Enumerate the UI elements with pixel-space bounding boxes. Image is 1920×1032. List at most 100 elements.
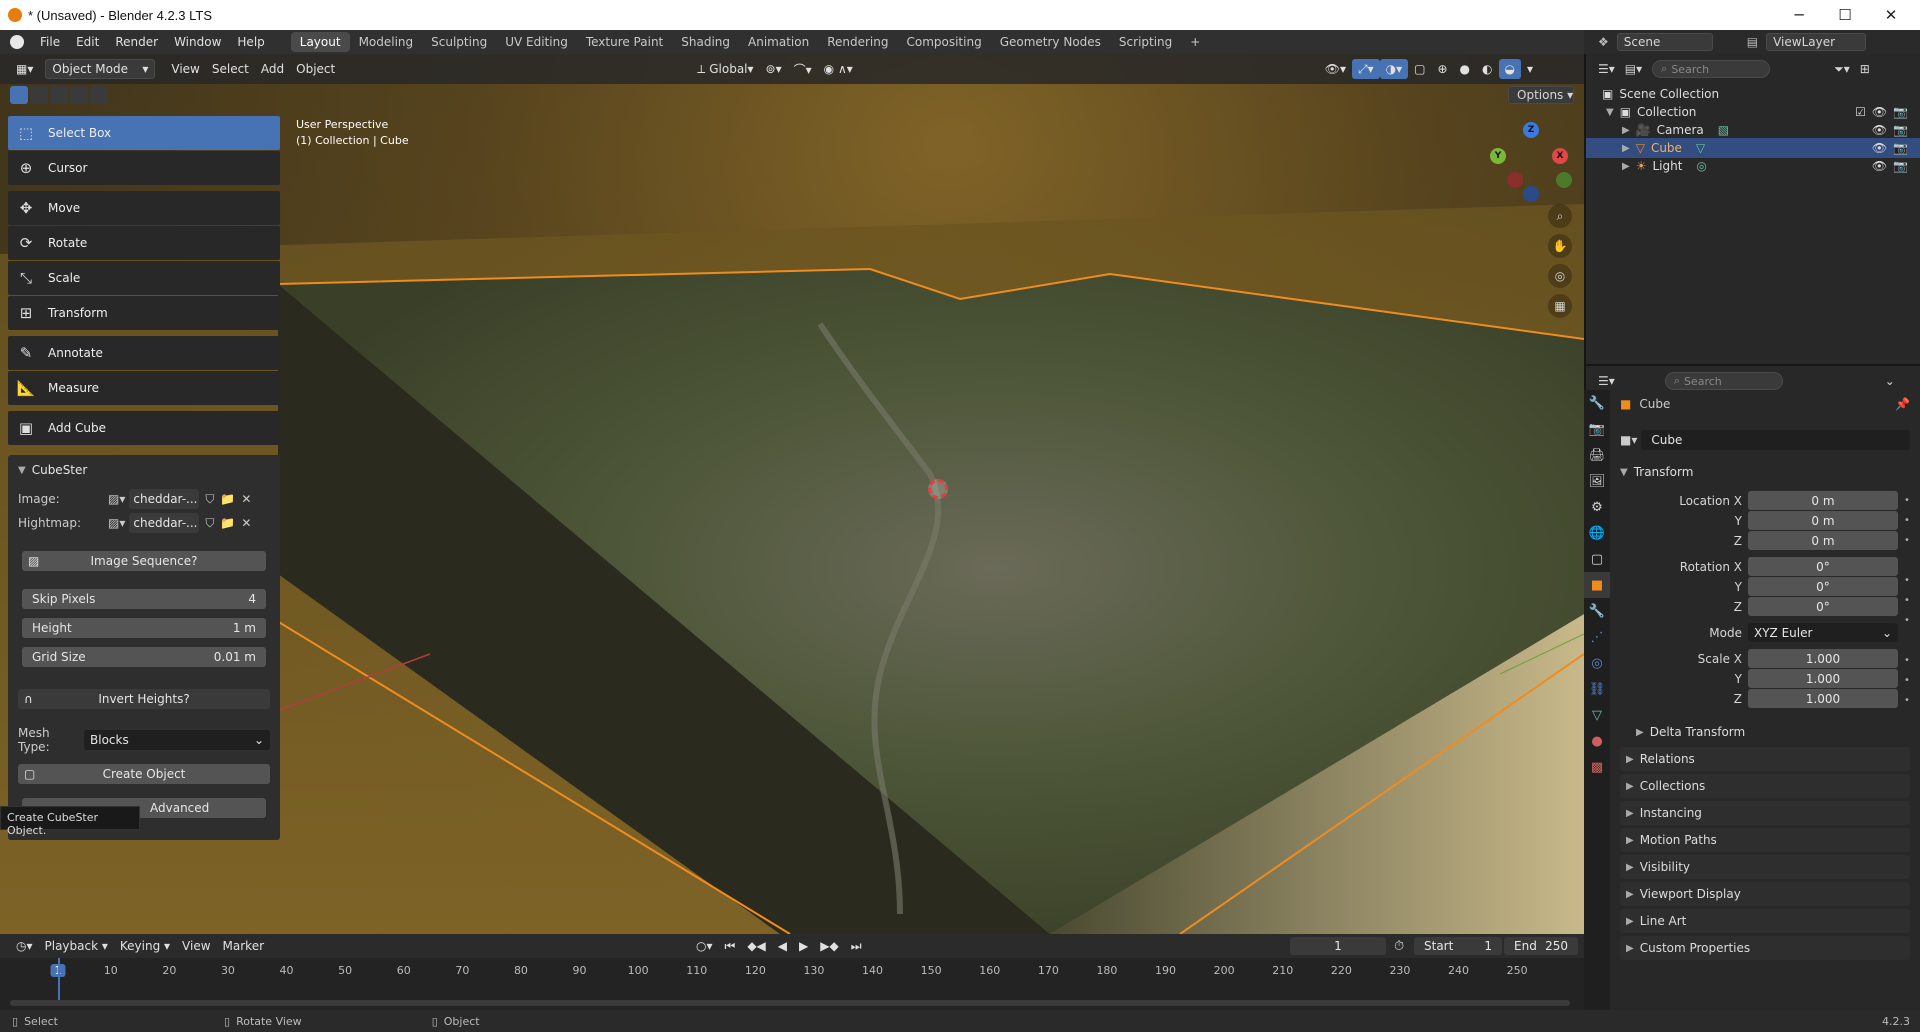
filter-icon[interactable]: ⏷▾ bbox=[1834, 62, 1850, 77]
visibility-toggles[interactable]: 👁📷 bbox=[1872, 141, 1914, 155]
collection-tab-icon[interactable]: ▢ bbox=[1584, 546, 1610, 572]
tab-layout[interactable]: Layout bbox=[290, 32, 350, 52]
shield-icon[interactable]: ⛉ bbox=[205, 492, 214, 507]
next-keyframe-icon[interactable]: ▶◆ bbox=[814, 936, 844, 956]
tab-scripting[interactable]: Scripting bbox=[1110, 32, 1181, 52]
visibility-section[interactable]: ▶ Visibility bbox=[1620, 855, 1910, 879]
particles-tab-icon[interactable]: ⋰ bbox=[1584, 624, 1610, 650]
invert-heights-button[interactable]: ∩ Invert Heights? bbox=[18, 689, 270, 709]
mode-selector[interactable]: Object Mode ▾ bbox=[45, 59, 156, 79]
outliner-item-cube[interactable]: ▶ ▽ Cube ▽ 👁📷 bbox=[1586, 138, 1920, 158]
mesh-data-icon[interactable]: ▽ bbox=[1696, 141, 1705, 155]
options-dropdown[interactable]: Options ▾ bbox=[1508, 86, 1574, 104]
gizmo-y-icon[interactable]: Y bbox=[1490, 148, 1506, 164]
scene-tab-icon[interactable]: ⚙ bbox=[1584, 494, 1610, 520]
camera-view-icon[interactable]: ◎ bbox=[1548, 264, 1572, 288]
outliner-editor-icon[interactable]: ☰▾ bbox=[1598, 62, 1615, 76]
instancing-section[interactable]: ▶ Instancing bbox=[1620, 801, 1910, 825]
scale-x-field[interactable]: 1.000 bbox=[1748, 649, 1898, 668]
image-type-icon[interactable]: ▨▾ bbox=[108, 492, 125, 506]
chevron-right-icon[interactable]: ▶ bbox=[1622, 161, 1630, 172]
tab-compositing[interactable]: Compositing bbox=[897, 32, 990, 52]
jump-start-icon[interactable]: ⏮ bbox=[719, 936, 742, 956]
tab-animation[interactable]: Animation bbox=[739, 32, 818, 52]
gizmo-neg-z-icon[interactable] bbox=[1523, 186, 1539, 202]
menu-select[interactable]: Select bbox=[206, 59, 255, 79]
rotation-y-field[interactable]: 0° bbox=[1748, 577, 1898, 596]
jump-end-icon[interactable]: ⏭ bbox=[845, 936, 868, 956]
play-reverse-icon[interactable]: ◀ bbox=[772, 936, 793, 956]
visibility-toggles[interactable]: ☑👁📷 bbox=[1855, 105, 1914, 119]
hightmap-type-icon[interactable]: ▨▾ bbox=[108, 516, 125, 530]
render-tab-icon[interactable]: 📷 bbox=[1584, 416, 1610, 442]
view-layer-selector[interactable]: ViewLayer bbox=[1766, 33, 1867, 51]
grid-view-icon[interactable]: ▦ bbox=[1548, 294, 1572, 318]
height-field[interactable]: Height 1 m bbox=[22, 618, 266, 638]
tool-rotate[interactable]: ⟳ Rotate bbox=[8, 226, 280, 260]
line-art-section[interactable]: ▶ Line Art bbox=[1620, 909, 1910, 933]
scene-selector[interactable]: Scene bbox=[1616, 33, 1713, 51]
tool-measure[interactable]: 📐 Measure bbox=[8, 371, 280, 405]
create-object-button[interactable]: ▢ Create Object bbox=[18, 764, 270, 784]
properties-editor-icon[interactable]: ☰▾ bbox=[1598, 374, 1615, 388]
proportional-edit-icon[interactable]: ◉ ∧▾ bbox=[818, 59, 859, 79]
chevron-right-icon[interactable]: ▶ bbox=[1622, 125, 1630, 136]
tool-scale[interactable]: ⤡ Scale bbox=[8, 261, 280, 295]
tab-uv-editing[interactable]: UV Editing bbox=[496, 32, 577, 52]
folder-icon[interactable]: 📁 bbox=[220, 516, 235, 530]
maximize-button[interactable]: ☐ bbox=[1822, 0, 1868, 30]
folder-icon[interactable]: 📁 bbox=[220, 492, 235, 506]
menu-timeline-view[interactable]: View bbox=[176, 936, 216, 956]
custom-properties-section[interactable]: ▶ Custom Properties bbox=[1620, 936, 1910, 960]
shading-options-icon[interactable]: ▾ bbox=[1521, 59, 1539, 79]
tab-geometry-nodes[interactable]: Geometry Nodes bbox=[991, 32, 1110, 52]
menu-add[interactable]: Add bbox=[255, 59, 290, 79]
rotation-mode-dropdown[interactable]: XYZ Euler ⌄ bbox=[1748, 623, 1898, 642]
mesh-type-dropdown[interactable]: Blocks ⌄ bbox=[84, 730, 270, 750]
location-y-field[interactable]: 0 m bbox=[1748, 511, 1898, 530]
physics-tab-icon[interactable]: ◎ bbox=[1584, 650, 1610, 676]
tab-texture-paint[interactable]: Texture Paint bbox=[577, 32, 672, 52]
pivot-icon[interactable]: ⊚▾ bbox=[760, 59, 788, 79]
auto-key-icon[interactable]: ○▾ bbox=[690, 936, 719, 956]
xray-icon[interactable]: ▢ bbox=[1408, 59, 1431, 79]
rotation-x-field[interactable]: 0° bbox=[1748, 557, 1898, 576]
light-data-icon[interactable]: ◎ bbox=[1696, 159, 1706, 173]
hightmap-field[interactable]: cheddar-... bbox=[129, 513, 200, 533]
modifier-tab-icon[interactable]: 🔧 bbox=[1584, 598, 1610, 624]
viewport-display-section[interactable]: ▶ Viewport Display bbox=[1620, 882, 1910, 906]
delta-transform-section[interactable]: ▶ Delta Transform bbox=[1636, 720, 1910, 744]
material-tab-icon[interactable]: ● bbox=[1584, 728, 1610, 754]
scale-z-field[interactable]: 1.000 bbox=[1748, 689, 1898, 708]
output-tab-icon[interactable]: 🖨 bbox=[1584, 442, 1610, 468]
world-tab-icon[interactable]: 🌐 bbox=[1584, 520, 1610, 546]
location-x-field[interactable]: 0 m bbox=[1748, 491, 1898, 510]
image-sequence-button[interactable]: ▨ Image Sequence? bbox=[22, 551, 266, 571]
keyframe-dots[interactable]: • • • • • • • • • bbox=[1904, 491, 1914, 711]
snap-icon[interactable]: ⌒▾ bbox=[788, 59, 818, 79]
start-frame-field[interactable]: Start 1 bbox=[1414, 937, 1502, 955]
chevron-right-icon[interactable]: ▶ bbox=[1622, 143, 1630, 154]
select-extend-icon[interactable] bbox=[30, 86, 48, 104]
tab-modeling[interactable]: Modeling bbox=[350, 32, 423, 52]
scale-y-field[interactable]: 1.000 bbox=[1748, 669, 1898, 688]
scene-icon[interactable]: ❖ bbox=[1598, 35, 1609, 49]
3d-cursor-icon[interactable] bbox=[928, 479, 948, 499]
object-tab-icon[interactable]: ■ bbox=[1584, 572, 1610, 598]
menu-render[interactable]: Render bbox=[107, 35, 166, 49]
menu-marker[interactable]: Marker bbox=[217, 936, 270, 956]
object-name-field[interactable]: Cube bbox=[1641, 430, 1910, 450]
menu-help[interactable]: Help bbox=[229, 35, 272, 49]
tool-select-box[interactable]: ⬚ Select Box bbox=[8, 116, 280, 150]
gizmo-x-icon[interactable]: X bbox=[1552, 148, 1568, 164]
navigation-gizmo[interactable]: Z Y X bbox=[1490, 122, 1572, 204]
tab-shading[interactable]: Shading bbox=[672, 32, 739, 52]
editor-type-icon[interactable]: ▦▾ bbox=[10, 59, 39, 79]
gizmo-neg-y-icon[interactable] bbox=[1556, 172, 1572, 188]
object-type-icon[interactable]: ■▾ bbox=[1620, 433, 1637, 447]
select-new-icon[interactable] bbox=[10, 86, 28, 104]
outliner-item-light[interactable]: ▶ ☀ Light ◎ 👁📷 bbox=[1586, 156, 1920, 176]
overlay-toggle-icon[interactable]: ◑▾ bbox=[1379, 59, 1409, 79]
collection-row[interactable]: ▼ ▣ Collection ☑👁📷 bbox=[1586, 102, 1920, 122]
menu-playback[interactable]: Playback ▾ bbox=[39, 936, 114, 956]
